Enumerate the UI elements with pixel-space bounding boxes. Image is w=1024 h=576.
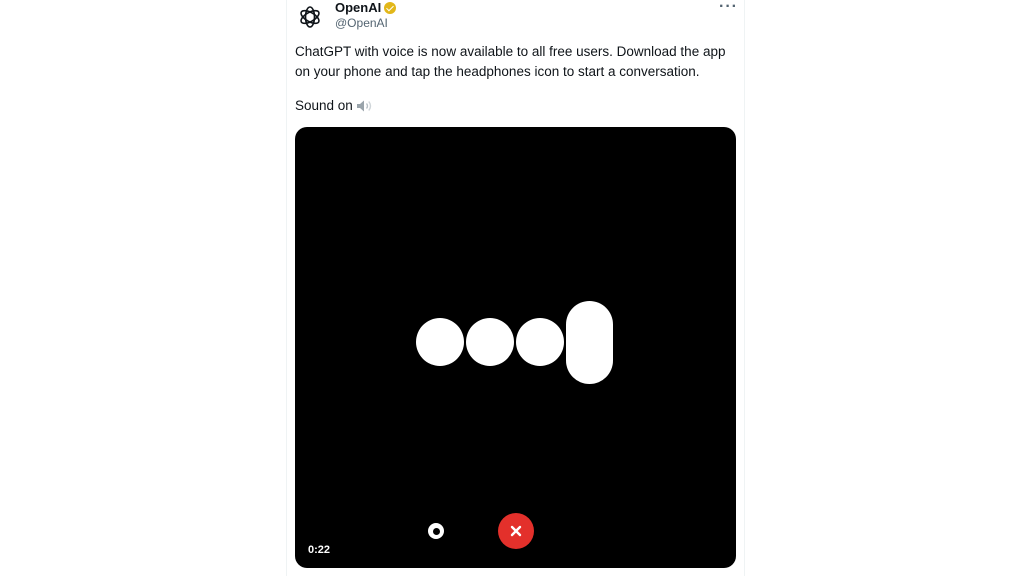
- verified-badge-icon: [384, 1, 397, 14]
- voice-orb-dot: [416, 318, 464, 366]
- video-timestamp: 0:22: [308, 544, 331, 556]
- tweet-card[interactable]: OpenAI @OpenAI ··· ChatGPT with voice is…: [287, 0, 744, 576]
- record-button[interactable]: [428, 523, 444, 539]
- timeline-border-right: [744, 0, 745, 576]
- more-options-button[interactable]: ···: [719, 0, 738, 16]
- sound-on-line: Sound on: [295, 98, 374, 113]
- tweet-text: ChatGPT with voice is now available to a…: [295, 44, 726, 79]
- avatar[interactable]: [295, 2, 325, 32]
- speaker-icon: [356, 100, 372, 111]
- sound-on-label: Sound on: [295, 98, 353, 113]
- voice-orb-dot: [466, 318, 514, 366]
- openai-logo-icon: [300, 6, 320, 28]
- voice-orb-dot: [516, 318, 564, 366]
- close-icon: [510, 525, 522, 537]
- author-name[interactable]: OpenAI: [335, 0, 397, 15]
- video-player[interactable]: 0:22: [295, 127, 736, 568]
- author-handle[interactable]: @OpenAI: [335, 16, 388, 30]
- author-name-text[interactable]: OpenAI: [335, 0, 381, 15]
- voice-orb-pill: [566, 301, 613, 384]
- end-call-button[interactable]: [498, 513, 534, 549]
